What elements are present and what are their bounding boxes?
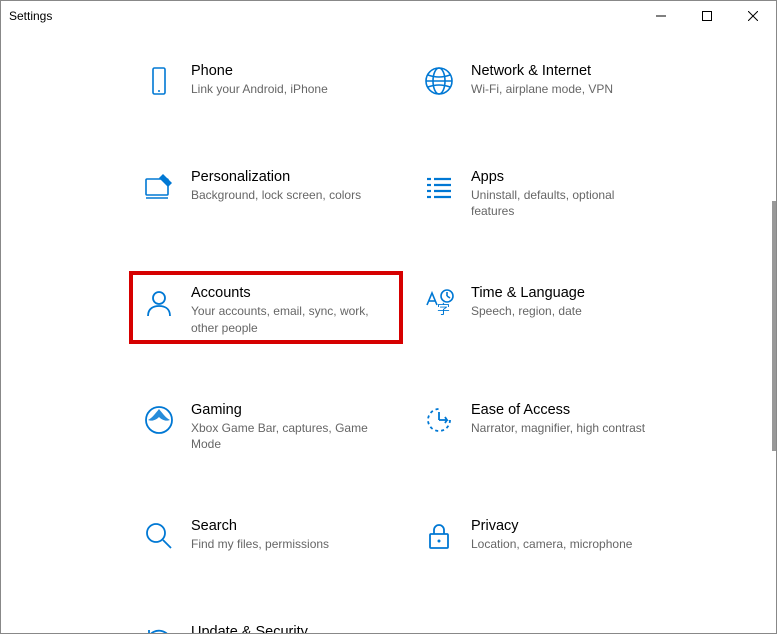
settings-grid: Phone Link your Android, iPhone Network … [1,31,776,633]
personalization-icon [137,165,181,209]
item-title: Search [191,518,395,534]
settings-item-personalization[interactable]: Personalization Background, lock screen,… [131,157,401,225]
settings-item-phone[interactable]: Phone Link your Android, iPhone [131,51,401,109]
update-icon [137,620,181,633]
phone-icon [137,59,181,103]
item-desc: Your accounts, email, sync, work, other … [191,303,371,335]
item-title: Network & Internet [471,63,675,79]
item-title: Accounts [191,285,395,301]
item-title: Time & Language [471,285,675,301]
item-title: Gaming [191,402,395,418]
globe-icon [417,59,461,103]
item-desc: Find my files, permissions [191,536,371,552]
scrollbar[interactable] [772,31,776,633]
titlebar: Settings [1,1,776,31]
settings-item-network[interactable]: Network & Internet Wi-Fi, airplane mode,… [411,51,681,109]
maximize-button[interactable] [684,1,730,31]
item-desc: Speech, region, date [471,303,651,319]
settings-item-update-security[interactable]: Update & Security Windows Update, recove… [131,612,401,633]
gaming-icon [137,398,181,442]
item-title: Update & Security [191,624,395,633]
settings-item-gaming[interactable]: Gaming Xbox Game Bar, captures, Game Mod… [131,390,401,458]
item-desc: Location, camera, microphone [471,536,651,552]
apps-icon [417,165,461,209]
settings-item-apps[interactable]: Apps Uninstall, defaults, optional featu… [411,157,681,225]
item-title: Apps [471,169,675,185]
minimize-button[interactable] [638,1,684,31]
item-title: Privacy [471,518,675,534]
window-title: Settings [9,9,52,23]
item-desc: Link your Android, iPhone [191,81,371,97]
item-desc: Narrator, magnifier, high contrast [471,420,651,436]
close-button[interactable] [730,1,776,31]
settings-item-accounts[interactable]: Accounts Your accounts, email, sync, wor… [131,273,401,341]
item-desc: Background, lock screen, colors [191,187,371,203]
settings-item-ease-of-access[interactable]: Ease of Access Narrator, magnifier, high… [411,390,681,458]
lock-icon [417,514,461,558]
ease-of-access-icon [417,398,461,442]
search-icon [137,514,181,558]
settings-item-privacy[interactable]: Privacy Location, camera, microphone [411,506,681,564]
window-controls [638,1,776,31]
time-language-icon: 字 [417,281,461,325]
scrollbar-thumb[interactable] [772,201,776,451]
item-title: Ease of Access [471,402,675,418]
item-desc: Xbox Game Bar, captures, Game Mode [191,420,371,452]
item-desc: Uninstall, defaults, optional features [471,187,651,219]
svg-text:字: 字 [437,302,450,317]
item-title: Personalization [191,169,395,185]
item-title: Phone [191,63,395,79]
person-icon [137,281,181,325]
settings-item-search[interactable]: Search Find my files, permissions [131,506,401,564]
item-desc: Wi-Fi, airplane mode, VPN [471,81,651,97]
settings-item-time-language[interactable]: 字 Time & Language Speech, region, date [411,273,681,341]
